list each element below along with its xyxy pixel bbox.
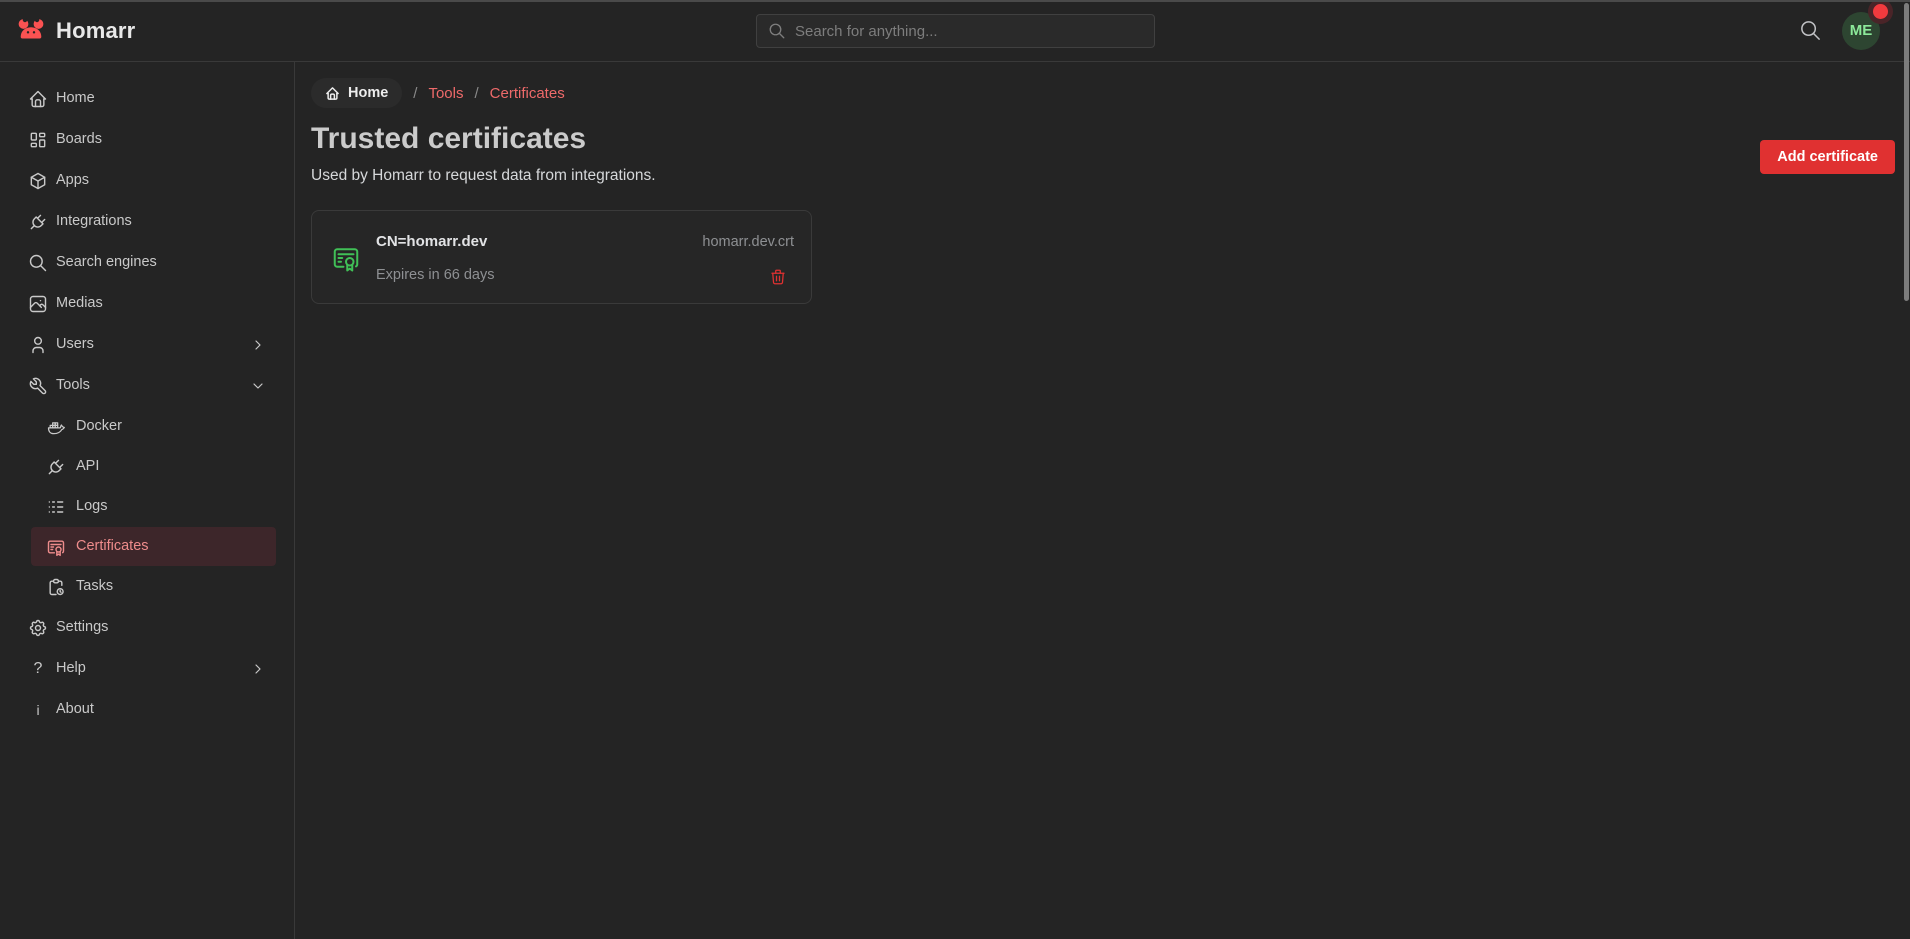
breadcrumb-link-tools[interactable]: Tools [428, 85, 463, 102]
sidebar-item-boards[interactable]: Boards [0, 119, 294, 160]
sidebar-item-api[interactable]: API [31, 447, 276, 486]
question-mark-icon: ? [28, 660, 48, 678]
photo-icon [28, 294, 48, 314]
certificate-file-name: homarr.dev.crt [702, 234, 794, 250]
search-input[interactable] [795, 23, 1143, 40]
sidebar-item-home[interactable]: Home [0, 78, 294, 119]
sidebar-item-help[interactable]: ? Help [0, 648, 294, 689]
page-title: Trusted certificates [311, 122, 586, 156]
sidebar-item-label: Docker [76, 419, 122, 434]
sidebar-item-label: Logs [76, 499, 107, 514]
docker-icon [46, 417, 66, 437]
app-logo[interactable]: Homarr [16, 16, 135, 46]
breadcrumb-separator: / [413, 85, 417, 102]
certificate-icon [331, 243, 361, 273]
page-subtitle: Used by Homarr to request data from inte… [311, 167, 656, 185]
clipboard-clock-icon [46, 577, 66, 597]
info-icon: i [28, 702, 48, 718]
delete-certificate-button[interactable] [769, 268, 787, 286]
layout-dashboard-icon [28, 130, 48, 150]
user-icon [28, 335, 48, 355]
search-icon [28, 253, 48, 273]
search-icon [768, 22, 786, 40]
sidebar-item-certificates[interactable]: Certificates [31, 527, 276, 566]
breadcrumb-home-label: Home [348, 85, 388, 101]
sidebar-item-label: Tasks [76, 579, 113, 594]
notification-dot-icon [1873, 4, 1888, 19]
certificate-common-name: CN=homarr.dev [376, 233, 487, 250]
sidebar-item-label: Home [56, 91, 95, 106]
certificate-card: CN=homarr.dev homarr.dev.crt Expires in … [311, 210, 812, 304]
user-avatar[interactable]: ME [1842, 12, 1880, 50]
sidebar-item-medias[interactable]: Medias [0, 283, 294, 324]
sidebar-item-label: Tools [56, 378, 90, 393]
sidebar-item-logs[interactable]: Logs [31, 487, 276, 526]
breadcrumb: Home / Tools / Certificates [311, 78, 565, 108]
sidebar-item-label: Help [56, 661, 86, 676]
header-actions: ME [1798, 12, 1894, 50]
sidebar-item-label: Users [56, 337, 94, 352]
cube-icon [28, 171, 48, 191]
app-title: Homarr [56, 18, 135, 44]
window-top-edge [0, 0, 1910, 2]
sidebar-item-about[interactable]: i About [0, 689, 294, 730]
plug-icon [46, 457, 66, 477]
sidebar-navigation: Home Boards Apps Integrations Search eng [0, 62, 295, 939]
global-search [756, 14, 1155, 48]
sidebar-item-label: Integrations [56, 214, 132, 229]
logs-icon [46, 497, 66, 517]
vertical-scrollbar[interactable] [1904, 3, 1909, 301]
home-icon [325, 86, 340, 101]
sidebar-item-label: Boards [56, 132, 102, 147]
sidebar-item-label: Certificates [76, 539, 149, 554]
sidebar-item-label: Apps [56, 173, 89, 188]
wrench-icon [28, 376, 48, 396]
app-window: Homarr ME Home Board [0, 0, 1910, 939]
sidebar-item-label: Search engines [56, 255, 157, 270]
sidebar-item-users[interactable]: Users [0, 324, 294, 365]
sidebar-item-apps[interactable]: Apps [0, 160, 294, 201]
chevron-down-icon [250, 378, 266, 394]
breadcrumb-link-certificates[interactable]: Certificates [490, 85, 565, 102]
header-search-icon[interactable] [1798, 19, 1822, 43]
sidebar-item-label: About [56, 702, 94, 717]
gear-icon [28, 618, 48, 638]
sidebar-item-label: Settings [56, 620, 108, 635]
avatar-initials: ME [1850, 22, 1873, 39]
homarr-lobster-icon [16, 16, 46, 46]
sidebar-item-search-engines[interactable]: Search engines [0, 242, 294, 283]
add-certificate-button[interactable]: Add certificate [1760, 140, 1895, 174]
notification-badge [1868, 0, 1893, 24]
sidebar-item-tasks[interactable]: Tasks [31, 567, 276, 606]
chevron-right-icon [250, 337, 266, 353]
breadcrumb-separator: / [475, 85, 479, 102]
sidebar-item-label: Medias [56, 296, 103, 311]
sidebar-item-docker[interactable]: Docker [31, 407, 276, 446]
home-icon [28, 89, 48, 109]
certificate-icon [46, 537, 66, 557]
breadcrumb-home-pill[interactable]: Home [311, 78, 402, 108]
sidebar-item-label: API [76, 459, 99, 474]
certificate-expiry: Expires in 66 days [376, 267, 494, 283]
plug-icon [28, 212, 48, 232]
sidebar-item-integrations[interactable]: Integrations [0, 201, 294, 242]
sidebar-item-tools[interactable]: Tools [0, 365, 294, 406]
app-header: Homarr ME [0, 0, 1910, 62]
chevron-right-icon [250, 661, 266, 677]
sidebar-item-settings[interactable]: Settings [0, 607, 294, 648]
